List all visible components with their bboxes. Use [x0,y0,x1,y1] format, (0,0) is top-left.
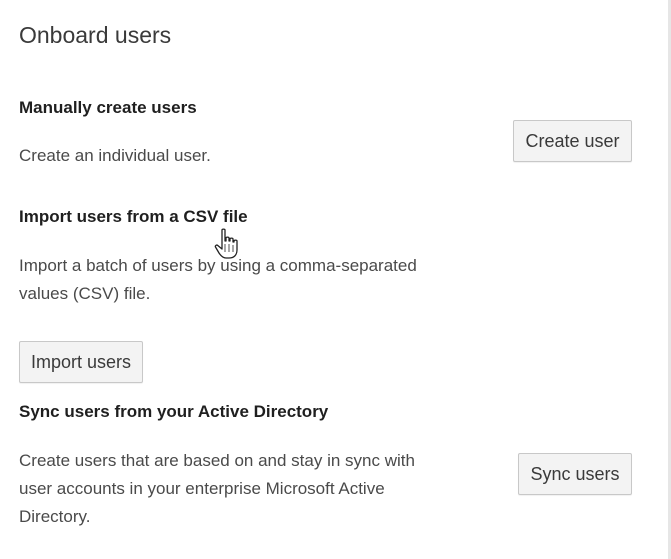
manual-create-description: Create an individual user. [19,146,211,165]
create-user-button[interactable]: Create user [513,120,632,162]
sync-ad-description-line3: Directory. [19,507,91,526]
sync-ad-heading: Sync users from your Active Directory [19,402,329,421]
import-users-button[interactable]: Import users [19,341,143,383]
page-title: Onboard users [19,22,172,48]
sync-ad-description-line1: Create users that are based on and stay … [19,451,415,470]
import-csv-description-line2: values (CSV) file. [19,284,151,303]
hand-pointer-icon [214,228,240,260]
sync-users-button[interactable]: Sync users [518,453,632,495]
manual-create-heading: Manually create users [19,98,197,117]
sync-ad-description-line2: user accounts in your enterprise Microso… [19,479,385,498]
onboard-users-panel: Onboard users Manually create users Crea… [0,0,671,559]
import-csv-heading: Import users from a CSV file [19,207,248,226]
